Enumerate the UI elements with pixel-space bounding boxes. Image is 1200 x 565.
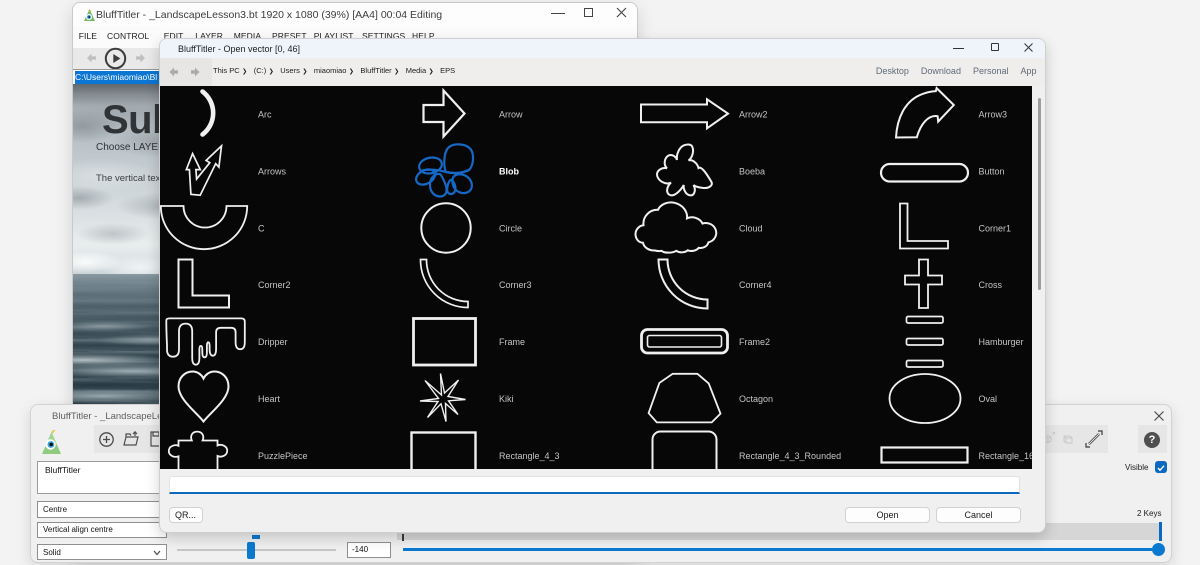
svg-text:Corner3: Corner3 — [499, 280, 532, 290]
svg-text:Rectangle_4_3_Rounded: Rectangle_4_3_Rounded — [739, 451, 841, 461]
svg-text:Hamburger: Hamburger — [979, 337, 1024, 347]
svg-text:Heart: Heart — [258, 394, 281, 404]
svg-text:Rectangle_4_3: Rectangle_4_3 — [499, 451, 560, 461]
svg-text:Cross: Cross — [979, 280, 1003, 290]
svg-text:Frame: Frame — [499, 337, 525, 347]
svg-text:Arc: Arc — [258, 109, 272, 119]
svg-text:Oval: Oval — [979, 394, 998, 404]
svg-text:Cloud: Cloud — [739, 223, 763, 233]
svg-text:Arrow: Arrow — [499, 109, 523, 119]
svg-text:Button: Button — [979, 166, 1005, 176]
svg-text:Blob: Blob — [499, 166, 519, 176]
svg-text:Kiki: Kiki — [499, 394, 514, 404]
svg-text:PuzzlePiece: PuzzlePiece — [258, 451, 308, 461]
svg-text:C: C — [258, 223, 265, 233]
svg-text:Corner2: Corner2 — [258, 280, 291, 290]
svg-text:Frame2: Frame2 — [739, 337, 770, 347]
svg-text:Dripper: Dripper — [258, 337, 288, 347]
svg-text:Corner4: Corner4 — [739, 280, 772, 290]
svg-text:Boeba: Boeba — [739, 166, 765, 176]
svg-text:Circle: Circle — [499, 223, 522, 233]
svg-text:Arrows: Arrows — [258, 166, 287, 176]
svg-text:Corner1: Corner1 — [979, 223, 1012, 233]
svg-text:Arrow3: Arrow3 — [979, 109, 1008, 119]
svg-text:Rectangle_16_9: Rectangle_16_9 — [979, 451, 1033, 461]
svg-text:Octagon: Octagon — [739, 394, 773, 404]
svg-text:Arrow2: Arrow2 — [739, 109, 768, 119]
